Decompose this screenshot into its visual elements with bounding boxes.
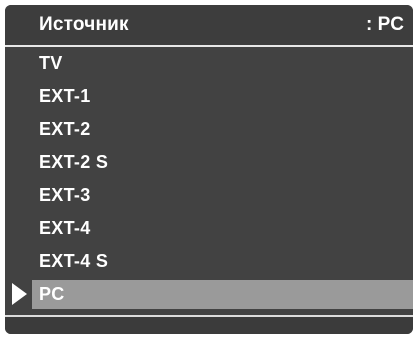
item-highlight-bar	[32, 280, 413, 309]
menu-footer	[5, 317, 413, 334]
source-item-ext-4[interactable]: EXT-4	[5, 212, 413, 245]
source-item-label: EXT-3	[39, 185, 91, 205]
source-item-label: EXT-1	[39, 86, 91, 106]
source-list: TV EXT-1 EXT-2 EXT-2 S EXT-3 EXT-4 EXT-4…	[5, 47, 413, 311]
source-item-ext-3[interactable]: EXT-3	[5, 179, 413, 212]
source-item-label: TV	[39, 53, 63, 73]
source-item-pc[interactable]: PC	[5, 278, 413, 311]
triangle-right-icon	[12, 283, 27, 305]
source-item-label: PC	[39, 284, 65, 304]
item-highlight-bar	[32, 49, 413, 78]
menu-title: Источник	[39, 14, 129, 35]
source-item-label: EXT-2 S	[39, 152, 109, 172]
menu-header: Источник : PC	[5, 5, 413, 45]
source-item-label: EXT-4 S	[39, 251, 109, 271]
source-item-ext-4-s[interactable]: EXT-4 S	[5, 245, 413, 278]
source-item-ext-2[interactable]: EXT-2	[5, 113, 413, 146]
source-item-label: EXT-2	[39, 119, 91, 139]
source-item-ext-2-s[interactable]: EXT-2 S	[5, 146, 413, 179]
current-source-value: : PC	[366, 14, 404, 35]
source-item-ext-1[interactable]: EXT-1	[5, 80, 413, 113]
source-item-label: EXT-4	[39, 218, 91, 238]
source-item-tv[interactable]: TV	[5, 47, 413, 80]
source-menu-osd: Источник : PC TV EXT-1 EXT-2 EXT-2 S EXT…	[5, 5, 413, 334]
